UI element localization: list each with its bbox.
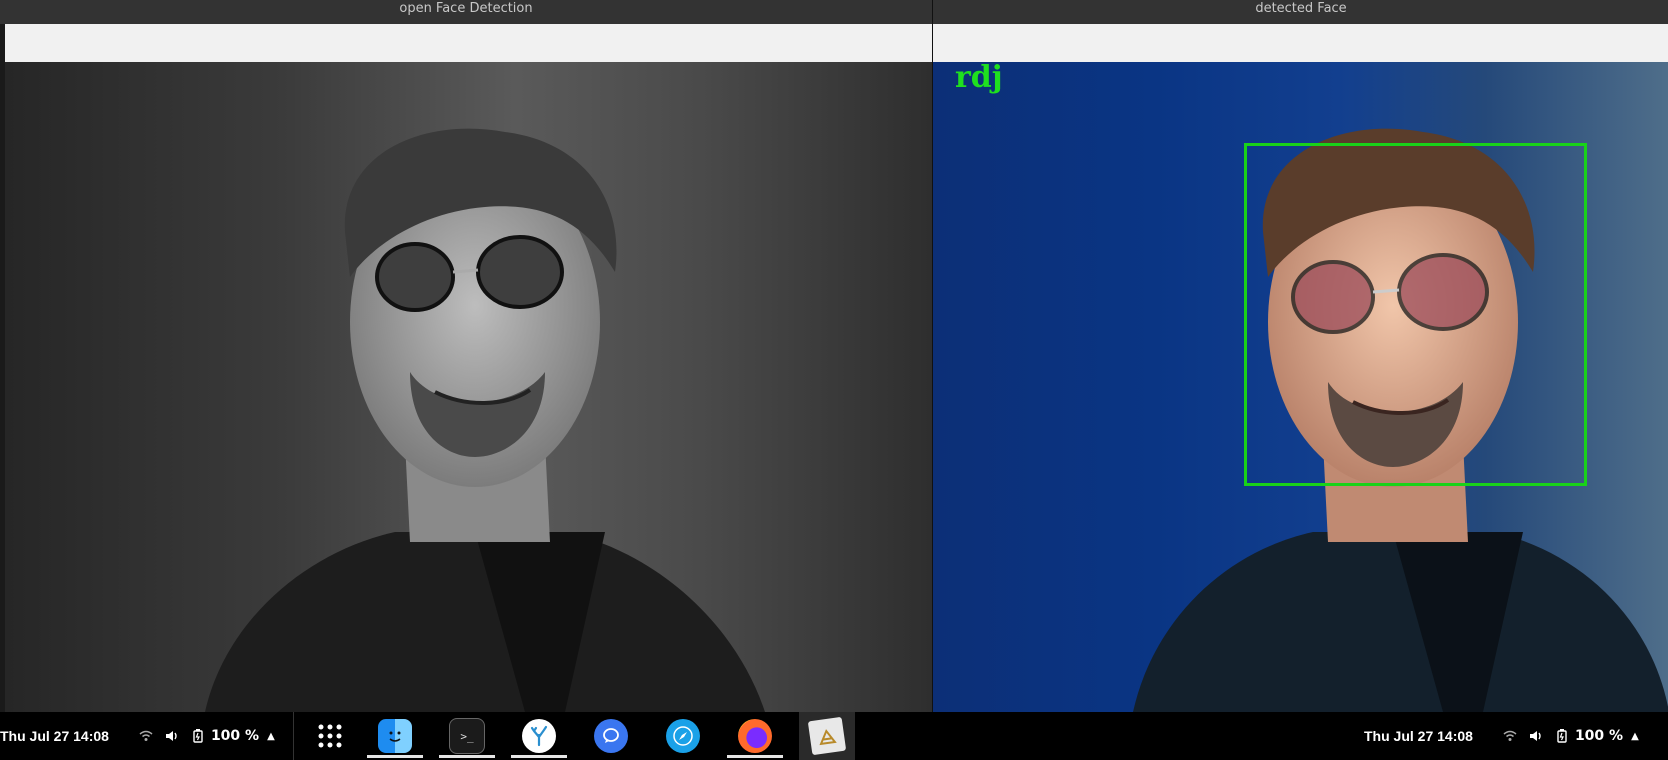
face-label: rdj [955,62,1003,95]
clock[interactable]: Thu Jul 27 14:08 [1364,728,1473,744]
terminal-app-button[interactable]: >_ [439,712,495,760]
volume-icon[interactable] [165,729,179,743]
firefox-app-button[interactable] [727,712,783,760]
wifi-icon[interactable] [1503,729,1517,743]
image-viewer-icon [807,716,847,756]
app-grid-button[interactable] [315,712,345,760]
volume-icon[interactable] [1529,729,1543,743]
running-indicator [367,755,423,758]
window-title: open Face Detection [0,0,932,24]
window-title: detected Face [933,0,1668,24]
wifi-icon[interactable] [139,729,153,743]
running-indicator [727,755,783,758]
finder-app-button[interactable] [367,712,423,760]
window-toolbar [933,24,1668,62]
signal-app-button[interactable] [583,712,639,760]
taskbar: Thu Jul 27 14:08 100 % ▲ >_ Thu Jul 27 1… [0,712,1668,760]
window-toolbar [5,24,932,62]
battery-icon[interactable] [191,729,205,743]
coral-icon [522,719,556,753]
compass-icon [666,719,700,753]
grid-icon [318,724,342,748]
battery-percentage: 100 % [210,728,260,744]
tray-expand-icon[interactable]: ▲ [267,731,275,742]
running-indicator [439,755,495,758]
grayscale-image [5,62,932,712]
running-indicator [511,755,567,758]
right-system-tray: Thu Jul 27 14:08 100 % ▲ [1364,712,1639,760]
coral-app-button[interactable] [511,712,567,760]
face-bounding-box [1244,143,1587,486]
image-viewer-app-button[interactable] [799,712,855,760]
detection-image: rdj [933,62,1668,712]
finder-icon [378,719,412,753]
terminal-icon: >_ [449,718,485,754]
window-detected-face[interactable]: detected Face rdj [932,0,1668,712]
left-system-tray: Thu Jul 27 14:08 100 % ▲ [0,712,275,760]
dock: >_ [315,712,871,760]
clock[interactable]: Thu Jul 27 14:08 [0,728,109,744]
tray-expand-icon[interactable]: ▲ [1631,731,1639,742]
window-open-face-detection[interactable]: open Face Detection [0,0,932,712]
battery-icon[interactable] [1555,729,1569,743]
grayscale-portrait [205,128,765,712]
browser-app-button[interactable] [655,712,711,760]
battery-percentage: 100 % [1574,728,1624,744]
taskbar-divider [293,712,294,760]
firefox-icon [738,719,772,753]
chat-icon [594,719,628,753]
